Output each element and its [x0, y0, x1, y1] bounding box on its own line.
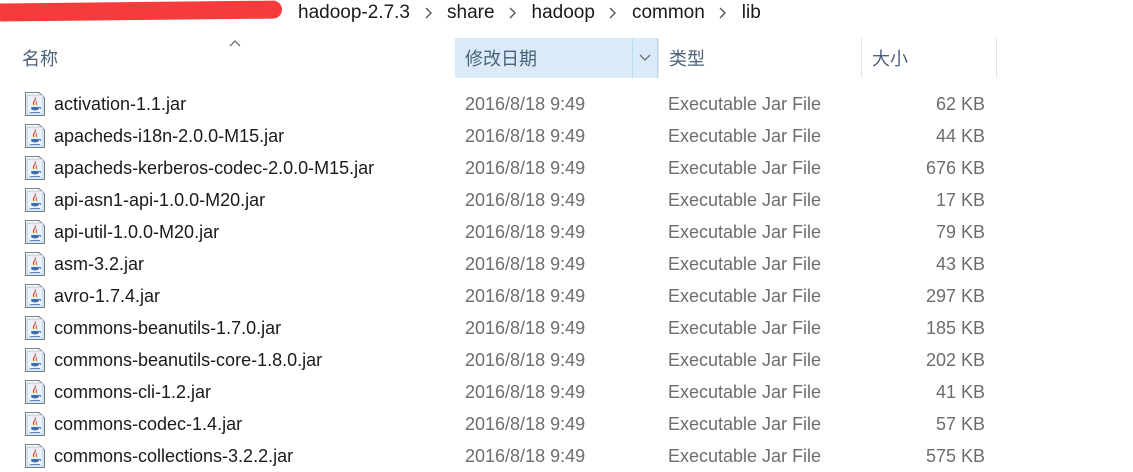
file-name: api-asn1-api-1.0.0-M20.jar [54, 190, 266, 210]
file-type: Executable Jar File [668, 126, 822, 146]
chevron-right-icon[interactable] [707, 4, 740, 22]
breadcrumb-item-hadoop[interactable]: hadoop [530, 2, 597, 24]
file-row[interactable]: commons-beanutils-core-1.8.0.jar 2016/8/… [0, 344, 1133, 376]
file-date: 2016/8/18 9:49 [465, 446, 586, 466]
file-size: 62 KB [935, 94, 985, 114]
column-header-name[interactable]: 名称 [12, 38, 454, 78]
file-name: commons-codec-1.4.jar [54, 414, 243, 434]
file-row[interactable]: commons-cli-1.2.jar 2016/8/18 9:49 Execu… [0, 376, 1133, 408]
jar-file-icon [25, 284, 45, 308]
jar-file-icon [25, 124, 45, 148]
file-row[interactable]: api-util-1.0.0-M20.jar 2016/8/18 9:49 Ex… [0, 216, 1133, 248]
redacted-path-segment [0, 0, 283, 22]
jar-file-icon [25, 92, 45, 116]
breadcrumb: hadoop-2.7.3 share hadoop common lib [296, 0, 763, 26]
file-type: Executable Jar File [668, 382, 822, 402]
file-row[interactable]: commons-codec-1.4.jar 2016/8/18 9:49 Exe… [0, 408, 1133, 440]
file-size: 43 KB [935, 254, 985, 274]
file-date: 2016/8/18 9:49 [465, 158, 586, 178]
file-size: 79 KB [935, 222, 985, 242]
jar-file-icon [25, 252, 45, 276]
file-name: commons-beanutils-core-1.8.0.jar [54, 350, 323, 370]
file-name: activation-1.1.jar [54, 94, 187, 114]
jar-file-icon [25, 220, 45, 244]
column-header-row: 名称 修改日期 类型 大小 [0, 38, 1133, 79]
chevron-right-icon[interactable] [412, 4, 445, 22]
column-header-size[interactable]: 大小 [861, 38, 997, 78]
column-header-type[interactable]: 类型 [658, 38, 861, 78]
file-row[interactable]: commons-collections-3.2.2.jar 2016/8/18 … [0, 440, 1133, 472]
file-size: 202 KB [925, 350, 985, 370]
file-type: Executable Jar File [668, 254, 822, 274]
file-size: 41 KB [935, 382, 985, 402]
breadcrumb-item-lib[interactable]: lib [740, 2, 763, 24]
file-date: 2016/8/18 9:49 [465, 94, 586, 114]
file-size: 17 KB [935, 190, 985, 210]
column-header-name-label: 名称 [22, 49, 58, 69]
file-type: Executable Jar File [668, 318, 822, 338]
file-size: 297 KB [925, 286, 985, 306]
file-type: Executable Jar File [668, 446, 822, 466]
file-row[interactable]: commons-beanutils-1.7.0.jar 2016/8/18 9:… [0, 312, 1133, 344]
chevron-right-icon[interactable] [597, 4, 630, 22]
file-row[interactable]: apacheds-kerberos-codec-2.0.0-M15.jar 20… [0, 152, 1133, 184]
column-header-type-label: 类型 [669, 49, 705, 69]
file-date: 2016/8/18 9:49 [465, 382, 586, 402]
file-date: 2016/8/18 9:49 [465, 318, 586, 338]
file-type: Executable Jar File [668, 190, 822, 210]
jar-file-icon [25, 444, 45, 468]
jar-file-icon [25, 380, 45, 404]
jar-file-icon [25, 348, 45, 372]
file-name: asm-3.2.jar [54, 254, 145, 274]
breadcrumb-item-common[interactable]: common [630, 2, 707, 24]
jar-file-icon [25, 316, 45, 340]
file-row[interactable]: asm-3.2.jar 2016/8/18 9:49 Executable Ja… [0, 248, 1133, 280]
breadcrumb-item-share[interactable]: share [445, 2, 497, 24]
file-date: 2016/8/18 9:49 [465, 414, 586, 434]
file-size: 185 KB [925, 318, 985, 338]
file-name: apacheds-i18n-2.0.0-M15.jar [54, 126, 285, 146]
jar-file-icon [25, 188, 45, 212]
file-type: Executable Jar File [668, 94, 822, 114]
breadcrumb-item-hadoop-2-7-3[interactable]: hadoop-2.7.3 [296, 2, 412, 24]
breadcrumb-bar: hadoop-2.7.3 share hadoop common lib [0, 0, 1133, 26]
file-list: activation-1.1.jar 2016/8/18 9:49 Execut… [0, 88, 1133, 472]
file-name: avro-1.7.4.jar [54, 286, 161, 306]
file-type: Executable Jar File [668, 158, 822, 178]
file-name: commons-collections-3.2.2.jar [54, 446, 294, 466]
file-name: commons-cli-1.2.jar [54, 382, 212, 402]
column-dropdown-button[interactable] [632, 38, 657, 78]
file-row[interactable]: avro-1.7.4.jar 2016/8/18 9:49 Executable… [0, 280, 1133, 312]
file-date: 2016/8/18 9:49 [465, 286, 586, 306]
file-type: Executable Jar File [668, 350, 822, 370]
file-size: 57 KB [935, 414, 985, 434]
file-type: Executable Jar File [668, 222, 822, 242]
chevron-right-icon[interactable] [497, 4, 530, 22]
file-date: 2016/8/18 9:49 [465, 126, 586, 146]
file-row[interactable]: apacheds-i18n-2.0.0-M15.jar 2016/8/18 9:… [0, 120, 1133, 152]
column-header-size-label: 大小 [872, 49, 908, 69]
file-date: 2016/8/18 9:49 [465, 190, 586, 210]
file-name: apacheds-kerberos-codec-2.0.0-M15.jar [54, 158, 375, 178]
file-size: 676 KB [925, 158, 985, 178]
column-header-date[interactable]: 修改日期 [455, 38, 658, 78]
jar-file-icon [25, 412, 45, 436]
file-name: api-util-1.0.0-M20.jar [54, 222, 220, 242]
file-row[interactable]: activation-1.1.jar 2016/8/18 9:49 Execut… [0, 88, 1133, 120]
jar-file-icon [25, 156, 45, 180]
file-size: 575 KB [925, 446, 985, 466]
file-name: commons-beanutils-1.7.0.jar [54, 318, 282, 338]
file-date: 2016/8/18 9:49 [465, 350, 586, 370]
file-date: 2016/8/18 9:49 [465, 254, 586, 274]
file-date: 2016/8/18 9:49 [465, 222, 586, 242]
file-type: Executable Jar File [668, 286, 822, 306]
file-row[interactable]: api-asn1-api-1.0.0-M20.jar 2016/8/18 9:4… [0, 184, 1133, 216]
chevron-down-icon [639, 54, 651, 61]
column-header-date-label: 修改日期 [465, 49, 537, 69]
file-type: Executable Jar File [668, 414, 822, 434]
file-size: 44 KB [935, 126, 985, 146]
